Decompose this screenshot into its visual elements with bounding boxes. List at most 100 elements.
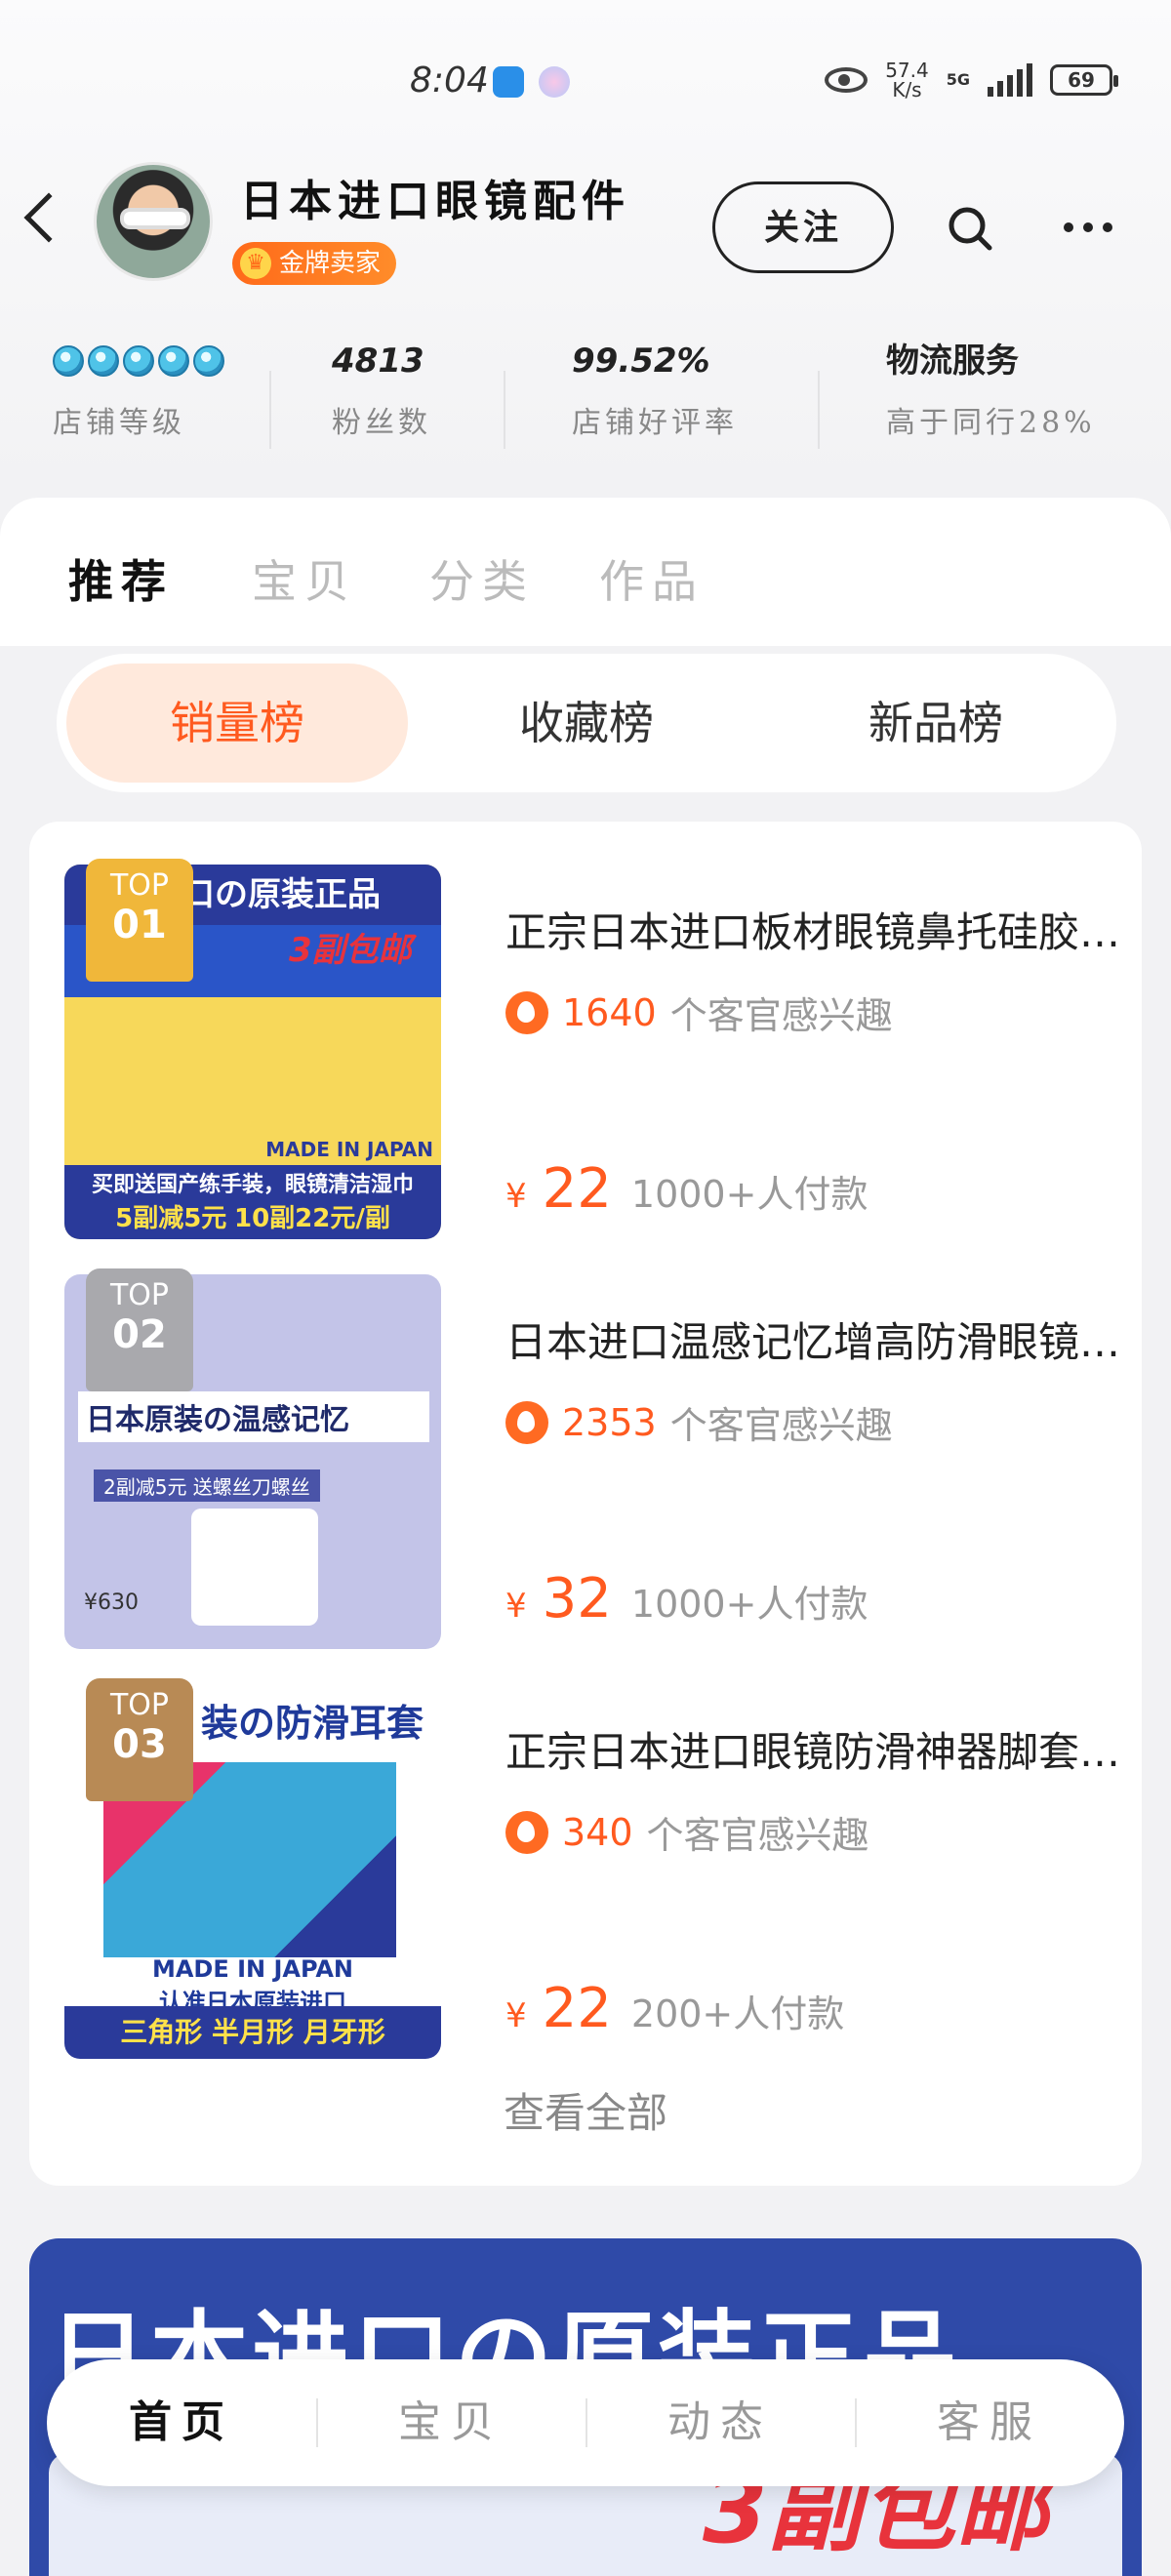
stat-fans[interactable]: 4813 粉丝数	[332, 332, 431, 441]
thumb-line1: 买即送国产练手装，眼镜清洁湿巾	[91, 1173, 414, 1197]
badge-label: 金牌卖家	[279, 249, 382, 278]
price-row: ¥ 22 200+人付款	[505, 1977, 844, 2040]
nav-updates[interactable]: 动态	[586, 2359, 855, 2486]
sales-count: 1000+人付款	[630, 1173, 868, 1216]
price: 22	[542, 1977, 612, 2040]
status-time: 8:04	[410, 60, 489, 101]
sales-count: 200+人付款	[630, 1992, 845, 2035]
fire-icon	[505, 990, 548, 1034]
status-bar: 8:04 57.4 K/s 5G 69	[0, 0, 1171, 166]
assistant-icon	[539, 66, 570, 98]
nav-customer-service[interactable]: 客服	[855, 2359, 1124, 2486]
shop-stats: 店铺等级 4813 粉丝数 99.52% 店铺好评率 物流服务 高于同行28%	[0, 332, 1171, 478]
network-type: 5G	[946, 70, 970, 89]
interest-count: 2353	[562, 1400, 657, 1444]
rank-number: 03	[112, 1722, 167, 1767]
fire-icon	[505, 1400, 548, 1444]
product-title[interactable]: 日本进口温感记忆增高防滑眼镜鼻托	[505, 1309, 1130, 1369]
crown-icon: ♛	[240, 248, 271, 279]
rank-badge: TOP 02	[86, 1268, 193, 1391]
rating-label: 店铺好评率	[572, 406, 738, 440]
more-options-icon[interactable]	[1064, 222, 1112, 232]
avatar-sunglasses	[120, 208, 190, 229]
interest-row: 340 个客官感兴趣	[505, 1805, 869, 1859]
nav-home[interactable]: 首页	[47, 2359, 316, 2486]
stat-rating[interactable]: 99.52% 店铺好评率	[572, 332, 738, 441]
divider	[504, 371, 505, 449]
interest-text: 个客官感兴趣	[646, 1814, 869, 1857]
price: 22	[542, 1157, 612, 1221]
thumb-product	[191, 1509, 318, 1626]
thumb-red-text: 3副包邮	[289, 931, 412, 970]
stat-level[interactable]: 店铺等级	[53, 332, 224, 441]
net-speed-unit: K/s	[892, 78, 922, 101]
fans-label: 粉丝数	[332, 406, 431, 440]
interest-text: 个客官感兴趣	[669, 1404, 893, 1447]
thumb-promo: 2副减5元 送螺丝刀螺丝	[94, 1469, 320, 1502]
logistics-value: 物流服务	[886, 342, 1019, 381]
tab-works[interactable]: 作品	[599, 546, 705, 611]
shop-name[interactable]: 日本进口眼镜配件	[240, 166, 630, 228]
list-item[interactable]: 日本原装の温感记忆 2副减5元 送螺丝刀螺丝 ¥630 TOP 02 日本进口温…	[64, 1268, 1130, 1653]
thumb-bottom: 买即送国产练手装，眼镜清洁湿巾 5副减5元 10副22元/副	[64, 1165, 441, 1239]
net-speed-value: 57.4	[885, 59, 929, 82]
shop-tabs: 推荐 宝贝 分类 作品	[0, 498, 1171, 646]
thumb-made-in: MADE IN JAPAN	[265, 1138, 433, 1161]
gem-icon	[88, 345, 119, 377]
sales-count: 1000+人付款	[630, 1583, 868, 1626]
currency-symbol: ¥	[505, 1177, 527, 1216]
level-label: 店铺等级	[53, 406, 185, 440]
rank-top-label: TOP	[109, 1688, 170, 1722]
follow-button[interactable]: 关注	[712, 181, 894, 273]
rank-top-label: TOP	[109, 868, 170, 903]
status-indicators: 57.4 K/s 5G 69	[825, 60, 1118, 100]
thumb-made-in-text: MADE IN JAPAN	[151, 1955, 354, 1983]
fire-icon	[505, 1810, 548, 1854]
list-item[interactable]: 装の防滑耳套 MADE IN JAPAN 认准日本原装进口 三角形 半月形 月牙…	[64, 1678, 1130, 2063]
view-all-link[interactable]: 查看全部	[29, 2080, 1142, 2140]
nav-products[interactable]: 宝贝	[316, 2359, 586, 2486]
currency-symbol: ¥	[505, 1996, 527, 2035]
fans-value: 4813	[332, 342, 424, 381]
gem-icon	[123, 345, 154, 377]
gem-icon	[53, 345, 84, 377]
rank-badge: TOP 03	[86, 1678, 193, 1801]
stat-logistics[interactable]: 物流服务 高于同行28%	[886, 332, 1096, 441]
gem-icon	[193, 345, 224, 377]
rank-tab-new[interactable]: 新品榜	[765, 664, 1107, 783]
signal-icon	[988, 63, 1032, 97]
battery-icon: 69	[1050, 64, 1118, 96]
interest-row: 2353 个客官感兴趣	[505, 1395, 893, 1449]
tab-recommend[interactable]: 推荐	[68, 546, 174, 611]
ranking-list: 口の原装正品 3副包邮 MADE IN JAPAN 买即送国产练手装，眼镜清洁湿…	[29, 822, 1142, 2186]
thumb-price: ¥630	[84, 1590, 139, 1615]
gem-icon	[158, 345, 189, 377]
interest-row: 1640 个客官感兴趣	[505, 986, 893, 1039]
eye-comfort-icon	[825, 67, 868, 93]
product-title[interactable]: 正宗日本进口眼镜防滑神器脚套耳勾	[505, 1719, 1130, 1779]
shop-avatar[interactable]	[94, 162, 213, 281]
divider	[269, 371, 271, 449]
search-icon[interactable]	[947, 205, 993, 252]
rank-tab-sales[interactable]: 销量榜	[66, 664, 408, 783]
rank-number: 02	[112, 1312, 167, 1357]
price-row: ¥ 22 1000+人付款	[505, 1157, 868, 1221]
tab-categories[interactable]: 分类	[429, 546, 535, 611]
bottom-nav: 首页 宝贝 动态 客服	[47, 2359, 1124, 2486]
price: 32	[542, 1567, 612, 1630]
list-item[interactable]: 口の原装正品 3副包邮 MADE IN JAPAN 买即送国产练手装，眼镜清洁湿…	[64, 859, 1130, 1243]
thumb-line2b: 10副22元/副	[233, 1204, 390, 1233]
product-title[interactable]: 正宗日本进口板材眼镜鼻托硅胶防滑鼻垫	[505, 900, 1130, 959]
rank-top-label: TOP	[109, 1278, 170, 1312]
currency-symbol: ¥	[505, 1587, 527, 1626]
thumb-main-text: 日本原装の温感记忆	[78, 1391, 429, 1442]
net-speed: 57.4 K/s	[885, 60, 929, 100]
interest-count: 1640	[562, 990, 657, 1034]
rank-tab-favorites[interactable]: 收藏榜	[416, 664, 757, 783]
level-gems	[53, 332, 224, 390]
tab-products[interactable]: 宝贝	[252, 546, 357, 611]
rating-value: 99.52%	[572, 342, 710, 381]
gold-seller-badge: ♛ 金牌卖家	[232, 242, 397, 285]
logistics-label: 高于同行28%	[886, 406, 1096, 440]
rank-badge: TOP 01	[86, 859, 193, 982]
